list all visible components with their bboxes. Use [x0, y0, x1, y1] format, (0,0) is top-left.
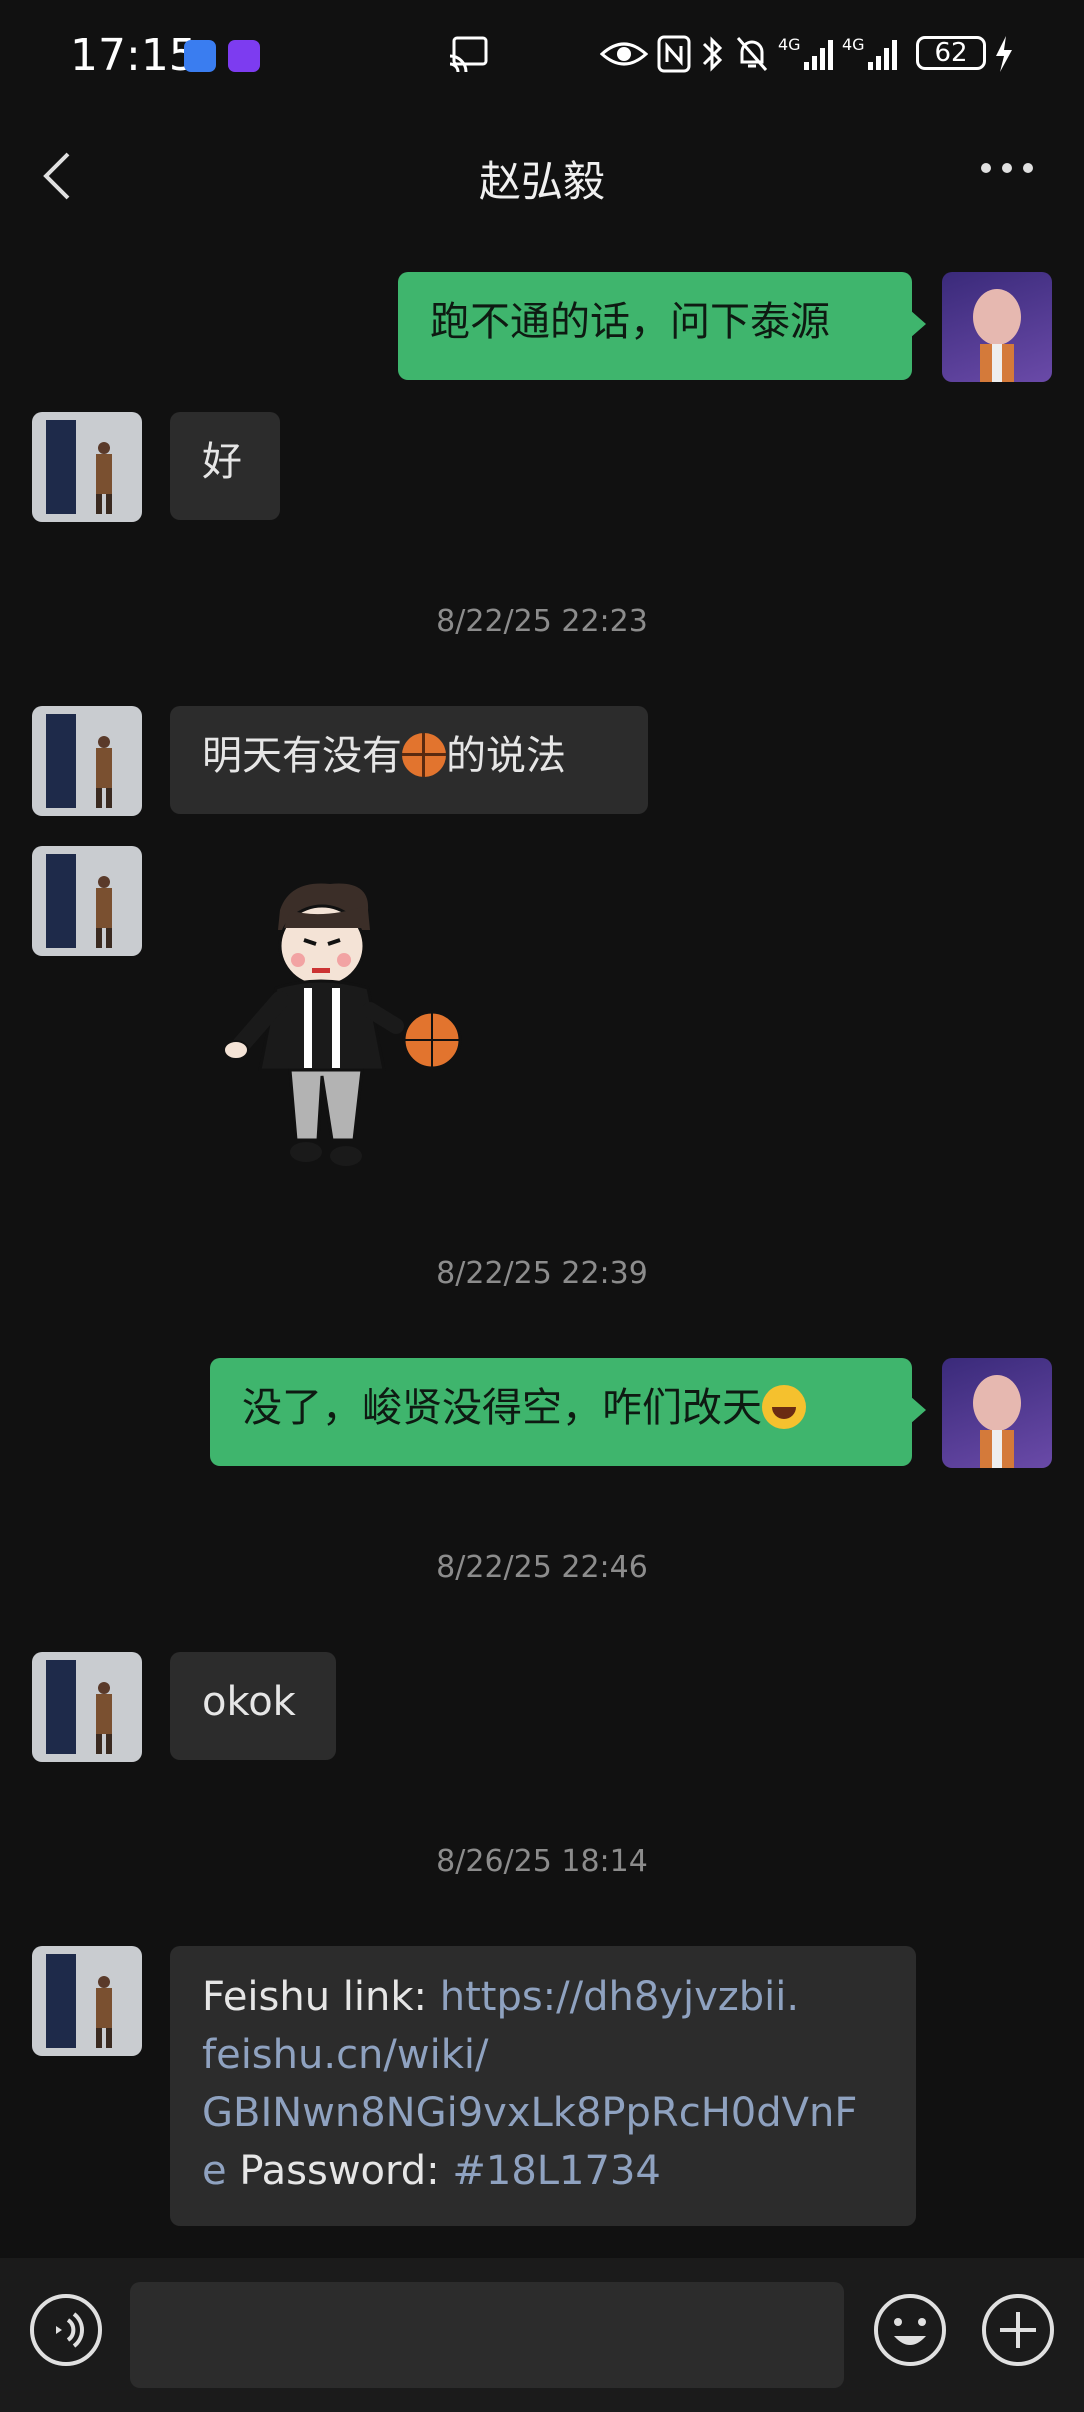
contact-avatar[interactable]: [32, 706, 142, 816]
message-input[interactable]: [130, 2282, 844, 2388]
message-timestamp: 8/22/25 22:39: [436, 1256, 648, 1291]
message-text: okok: [202, 1679, 296, 1725]
message-text: 跑不通的话，问下泰源: [430, 299, 830, 345]
message-timestamp: 8/26/25 18:14: [436, 1844, 648, 1879]
message-bubble-incoming[interactable]: Feishu link: https://dh8yjvzbii. feishu.…: [170, 1946, 916, 2226]
app-badge-icon: [228, 40, 260, 72]
nfc-icon: [657, 35, 691, 73]
message-text: 明天有没有: [202, 733, 402, 779]
message-bubble-incoming[interactable]: okok: [170, 1652, 336, 1760]
chat-input-bar: [0, 2258, 1084, 2412]
status-time: 17:15: [70, 30, 197, 81]
feishu-link[interactable]: feishu.cn/wiki/: [202, 2032, 488, 2078]
message-bubble-incoming[interactable]: 好: [170, 412, 280, 520]
feishu-link[interactable]: GBINwn8NGi9vxLk8PpRcH0dVnF: [202, 2090, 857, 2136]
mute-icon: [736, 37, 768, 71]
message-timestamp: 8/22/25 22:23: [436, 604, 648, 639]
plus-icon[interactable]: [980, 2292, 1056, 2368]
message-text: Feishu link:: [202, 1974, 440, 2020]
emoji-icon[interactable]: [872, 2292, 948, 2368]
more-options-icon[interactable]: [980, 160, 1034, 176]
signal-4g-icon: 4G: [842, 35, 897, 70]
svg-text:4G: 4G: [842, 35, 865, 54]
laughing-tears-emoji-icon: [762, 1385, 806, 1429]
status-bar: 17:15 4G 4G 62: [0, 0, 1084, 110]
chat-title: 赵弘毅: [478, 157, 605, 206]
contact-avatar[interactable]: [32, 412, 142, 522]
message-text: 没了，峻贤没得空，咋们改天: [242, 1385, 762, 1431]
eye-icon: [600, 42, 648, 66]
message-line: e Password: #18L1734: [202, 2142, 884, 2200]
battery-icon: 62: [916, 36, 986, 70]
message-line: Feishu link: https://dh8yjvzbii.: [202, 1968, 884, 2026]
message-line: GBINwn8NGi9vxLk8PpRcH0dVnF: [202, 2084, 884, 2142]
feishu-link[interactable]: e: [202, 2148, 227, 2194]
basketball-emoji-icon: [402, 733, 446, 777]
feishu-link[interactable]: https://dh8yjvzbii.: [440, 1974, 799, 2020]
message-line: feishu.cn/wiki/: [202, 2026, 884, 2084]
usb-icon: [184, 40, 216, 72]
password-link[interactable]: #18L1734: [452, 2148, 661, 2194]
charging-icon: [996, 36, 1012, 72]
message-text: 的说法: [446, 733, 566, 779]
my-avatar[interactable]: [942, 272, 1052, 382]
message-bubble-incoming[interactable]: 明天有没有 的说法: [170, 706, 648, 814]
contact-avatar[interactable]: [32, 1652, 142, 1762]
message-timestamp: 8/22/25 22:46: [436, 1550, 648, 1585]
boy-dribbling-basketball-sticker[interactable]: [220, 870, 470, 1180]
my-avatar[interactable]: [942, 1358, 1052, 1468]
message-text: Password:: [226, 2148, 453, 2194]
message-bubble-outgoing[interactable]: 跑不通的话，问下泰源: [398, 272, 926, 380]
contact-avatar[interactable]: [32, 1946, 142, 2056]
voice-icon[interactable]: [28, 2292, 104, 2368]
svg-text:4G: 4G: [778, 35, 801, 54]
cast-icon: [449, 36, 488, 73]
signal-4g-icon: 4G: [778, 35, 833, 70]
bluetooth-icon: [702, 36, 723, 72]
message-text: 好: [202, 439, 242, 485]
chat-header: 赵弘毅: [0, 110, 1084, 240]
contact-avatar[interactable]: [32, 846, 142, 956]
message-bubble-outgoing[interactable]: 没了，峻贤没得空，咋们改天: [210, 1358, 926, 1466]
